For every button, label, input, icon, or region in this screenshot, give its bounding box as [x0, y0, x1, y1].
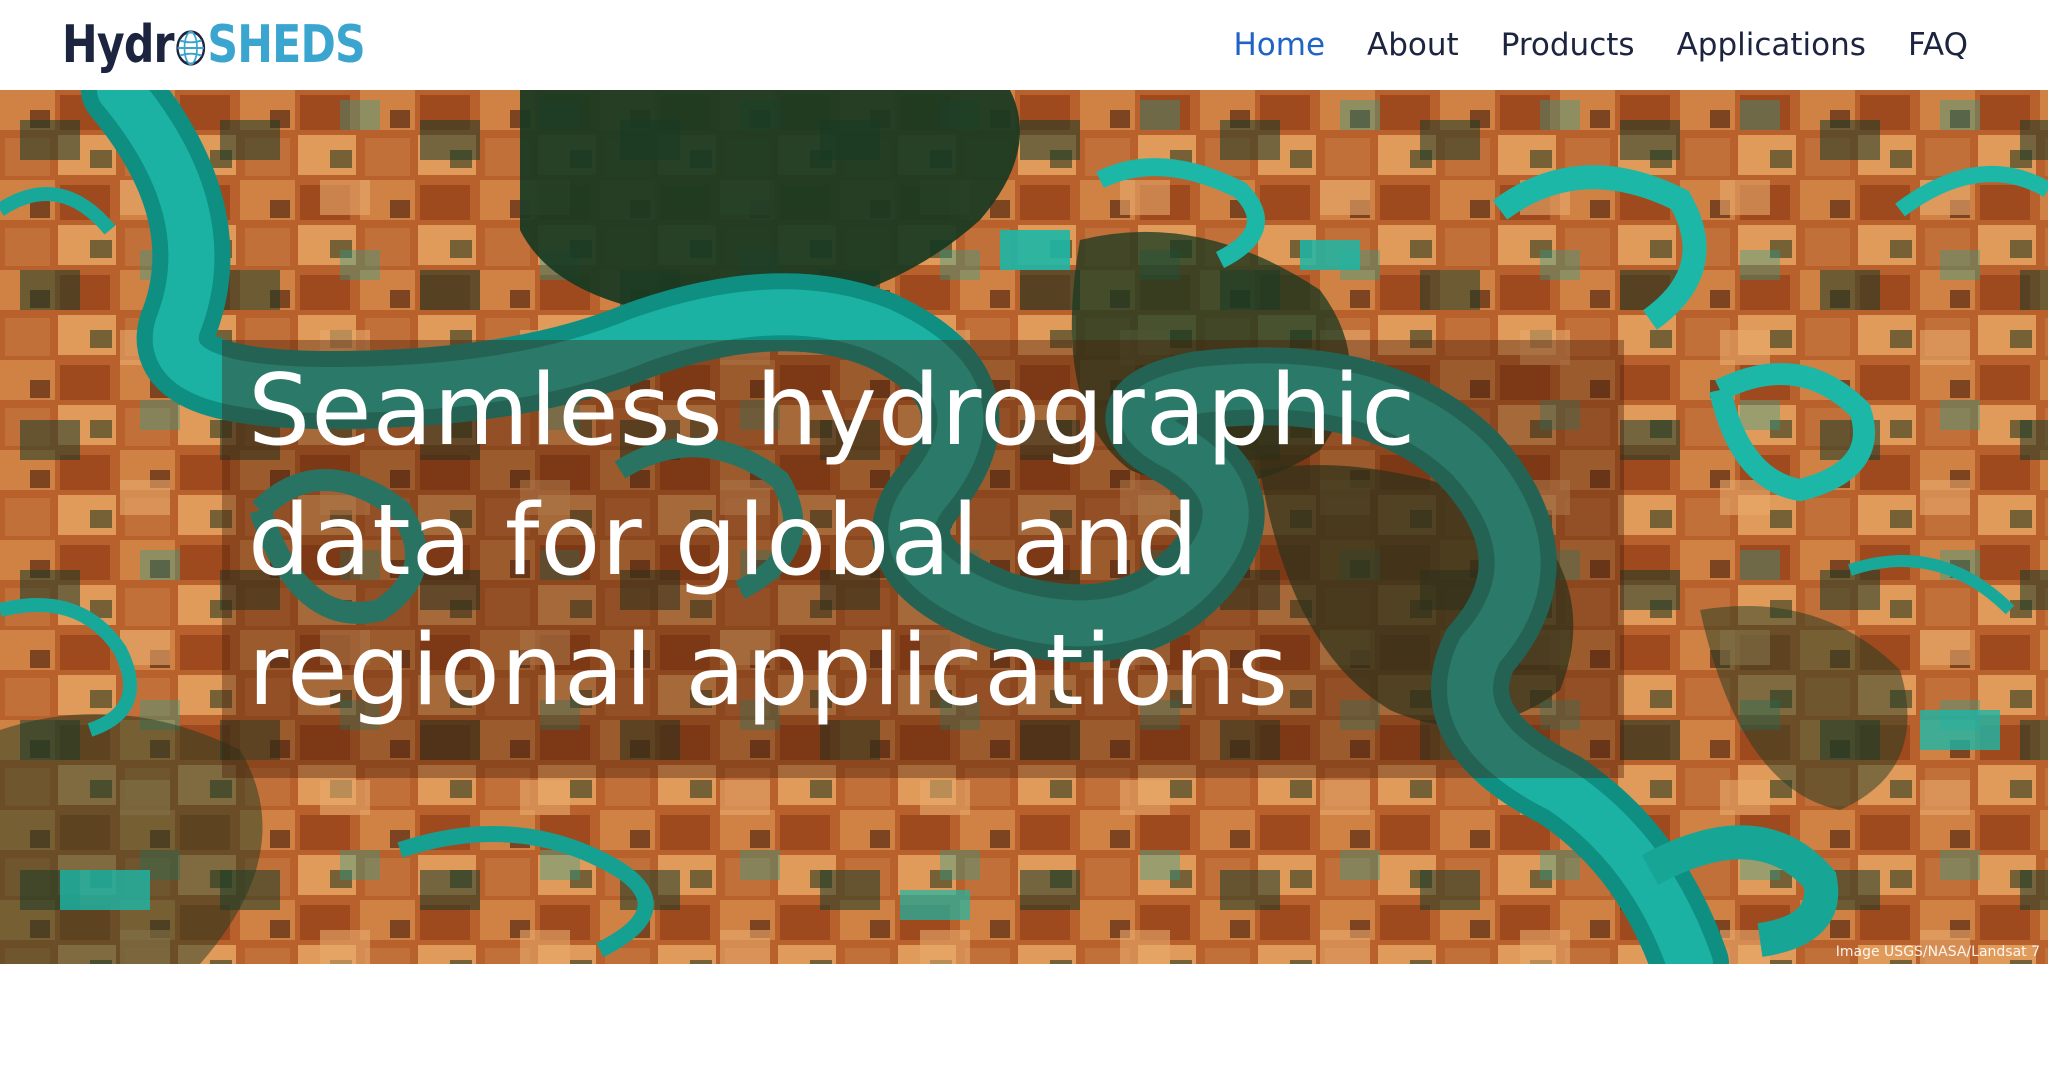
hero-title-line-2: data for global and	[248, 484, 1200, 598]
nav-faq[interactable]: FAQ	[1908, 27, 1968, 63]
image-credit: Image USGS/NASA/Landsat 7	[1835, 944, 2040, 960]
logo-text-sheds: SHEDS	[207, 15, 365, 75]
nav-products[interactable]: Products	[1501, 27, 1635, 63]
main-nav: Home About Products Applications FAQ	[1234, 27, 1969, 63]
hero-title: Seamless hydrographic data for global an…	[248, 346, 1608, 736]
site-header: Hydr SHEDS Home About Products Applicati…	[0, 0, 2048, 90]
hero-banner: Seamless hydrographic data for global an…	[0, 90, 2048, 964]
nav-about[interactable]: About	[1367, 27, 1459, 63]
logo-text-hydro: Hydr	[62, 15, 175, 75]
nav-applications[interactable]: Applications	[1677, 27, 1866, 63]
hero-title-line-3: regional applications	[248, 614, 1290, 728]
globe-icon	[176, 30, 206, 66]
hero-title-line-1: Seamless hydrographic	[248, 354, 1417, 468]
nav-home[interactable]: Home	[1234, 27, 1326, 63]
hydrosheds-logo[interactable]: Hydr SHEDS	[62, 15, 366, 75]
